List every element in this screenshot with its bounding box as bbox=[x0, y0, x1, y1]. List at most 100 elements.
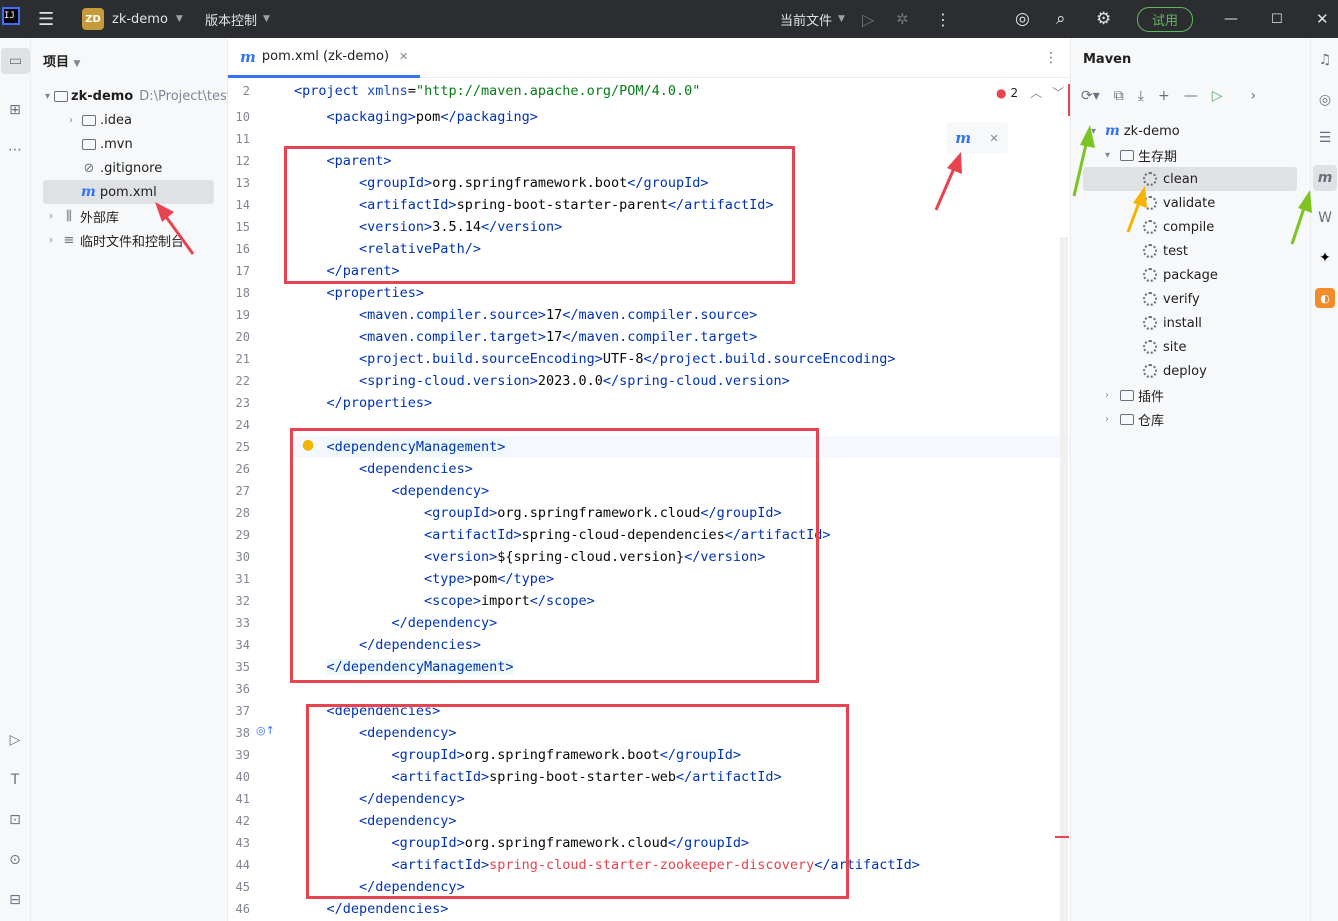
maven-icon: m bbox=[1105, 123, 1120, 139]
maven-panel: Maven ⟳▾ ⧉ ⤓ + — ▷ › ▾ m zk-demo ▾ 生存期 c… bbox=[1070, 38, 1310, 921]
more-chevron-icon[interactable]: › bbox=[1250, 88, 1256, 104]
maven-goal-test[interactable]: test bbox=[1143, 239, 1188, 263]
project-view-icon[interactable]: ▭ bbox=[1, 48, 30, 74]
close-icon[interactable]: ✕ bbox=[990, 132, 999, 145]
services-icon[interactable]: ⊙ bbox=[5, 850, 25, 870]
code-line[interactable]: <project.build.sourceEncoding>UTF-8</pro… bbox=[294, 348, 895, 370]
maven-repos-node[interactable]: › 仓库 bbox=[1105, 407, 1164, 431]
chevron-up-icon[interactable]: ︿ bbox=[1030, 84, 1042, 101]
tab-pom-xml[interactable]: m pom.xml (zk-demo) ✕ bbox=[228, 38, 421, 78]
line-number: 36 bbox=[235, 682, 250, 696]
tab-options-icon[interactable]: ⋮ bbox=[1044, 50, 1058, 66]
project-panel-header[interactable]: 项目 ▼ bbox=[43, 51, 80, 70]
goal-gear-icon bbox=[1143, 196, 1157, 210]
implemented-marker-icon[interactable]: ◎↑ bbox=[256, 724, 275, 737]
line-number: 13 bbox=[235, 176, 250, 190]
maven-goal-compile[interactable]: compile bbox=[1143, 215, 1214, 239]
maven-goal-clean[interactable]: clean bbox=[1083, 167, 1297, 191]
inspection-widget[interactable]: ● 2 ︿ ﹀ bbox=[996, 84, 1065, 101]
tree-item-mvn[interactable]: .mvn bbox=[31, 132, 228, 156]
maven-tool-icon[interactable]: m bbox=[1313, 165, 1337, 191]
plugin-tool-icon[interactable]: ✦ bbox=[1315, 248, 1335, 268]
tree-item-label: zk-demo bbox=[71, 88, 134, 104]
download-icon[interactable]: ⤓ bbox=[1138, 88, 1144, 104]
more-tools-icon[interactable]: ⋯ bbox=[5, 140, 25, 160]
add-icon[interactable]: + bbox=[1158, 88, 1170, 104]
editor-scrollbar[interactable] bbox=[1060, 237, 1068, 921]
run-icon[interactable]: ▷ bbox=[862, 0, 874, 38]
code-line[interactable]: <maven.compiler.target>17</maven.compile… bbox=[294, 326, 757, 348]
chevron-down-icon[interactable]: ﹀ bbox=[1052, 84, 1064, 101]
hamburger-icon: ☰ bbox=[38, 8, 55, 30]
chevron-down-icon: ▼ bbox=[175, 14, 183, 24]
maven-reload-icon[interactable]: m bbox=[955, 129, 971, 147]
terminal-icon[interactable]: ⊡ bbox=[5, 810, 25, 830]
ignore-file-icon: ⊘ bbox=[83, 160, 95, 176]
run-goal-icon[interactable]: ▷ bbox=[1212, 88, 1223, 104]
close-tab-icon[interactable]: ✕ bbox=[399, 50, 408, 63]
expand-arrow-icon: › bbox=[49, 210, 53, 222]
library-icon: ⫼ bbox=[66, 208, 72, 224]
debug-icon[interactable]: ✲ bbox=[896, 0, 909, 38]
settings-gear-icon[interactable]: ⚙ bbox=[1096, 0, 1111, 38]
project-switcher[interactable]: ZD zk-demo ▼ bbox=[82, 0, 183, 38]
ai-chat-icon[interactable]: ◎ bbox=[1315, 90, 1335, 110]
structure-icon[interactable]: ⊞ bbox=[5, 100, 25, 120]
line-number: 31 bbox=[235, 572, 250, 586]
error-stripe-marker[interactable] bbox=[1055, 836, 1069, 838]
minimize-button[interactable]: — bbox=[1224, 0, 1238, 38]
problems-icon[interactable]: ⊟ bbox=[5, 890, 25, 910]
run-config-selector[interactable]: 当前文件 ▼ bbox=[780, 0, 845, 38]
module-folder-icon bbox=[54, 89, 69, 103]
maven-goal-deploy[interactable]: deploy bbox=[1143, 359, 1207, 383]
code-line[interactable]: <packaging>pom</packaging> bbox=[294, 106, 538, 128]
collapse-icon[interactable]: — bbox=[1184, 88, 1198, 104]
tree-item-label: .gitignore bbox=[100, 160, 163, 176]
reload-all-icon[interactable]: ⧉ bbox=[1114, 88, 1124, 104]
line-number: 44 bbox=[235, 858, 250, 872]
reload-icon[interactable]: ⟳▾ bbox=[1081, 88, 1100, 104]
more-options-icon[interactable]: ⋮ bbox=[935, 0, 951, 38]
expand-arrow-icon: › bbox=[1105, 413, 1109, 425]
tree-item-external-libs[interactable]: › ⫼ 外部库 bbox=[31, 204, 228, 228]
vcs-menu[interactable]: 版本控制 ▼ bbox=[205, 0, 270, 38]
line-number: 39 bbox=[235, 748, 250, 762]
code-line[interactable]: <project xmlns="http://maven.apache.org/… bbox=[294, 80, 700, 102]
maven-lifecycle-node[interactable]: ▾ 生存期 bbox=[1105, 143, 1177, 167]
code-line[interactable]: <maven.compiler.source>17</maven.compile… bbox=[294, 304, 757, 326]
code-line[interactable]: <properties> bbox=[294, 282, 425, 304]
tree-item-idea[interactable]: › .idea bbox=[31, 108, 228, 132]
maven-goal-install[interactable]: install bbox=[1143, 311, 1202, 335]
notifications-icon[interactable]: ♫ bbox=[1315, 50, 1335, 70]
line-number: 45 bbox=[235, 880, 250, 894]
code-line[interactable]: </properties> bbox=[294, 392, 433, 414]
trial-button[interactable]: 试用 bbox=[1137, 0, 1194, 38]
code-line[interactable]: <spring-cloud.version>2023.0.0</spring-c… bbox=[294, 370, 790, 392]
ai-assistant-icon[interactable]: ◎ bbox=[1015, 0, 1030, 38]
line-number: 11 bbox=[235, 132, 250, 146]
wave-tool-icon[interactable]: W bbox=[1315, 208, 1335, 228]
maven-goal-package[interactable]: package bbox=[1143, 263, 1218, 287]
maven-goal-site[interactable]: site bbox=[1143, 335, 1186, 359]
orange-plugin-icon[interactable]: ◐ bbox=[1315, 288, 1335, 308]
database-icon[interactable]: ☰ bbox=[1315, 128, 1335, 148]
code-line[interactable]: </dependencies> bbox=[294, 898, 449, 920]
maven-goal-validate[interactable]: validate bbox=[1143, 191, 1215, 215]
main-menu-button[interactable]: ☰ bbox=[38, 0, 54, 38]
run-tool-icon[interactable]: ▷ bbox=[5, 730, 25, 750]
tree-item-pom[interactable]: m pom.xml bbox=[43, 180, 214, 204]
ide-logo-icon: IJ bbox=[2, 7, 20, 25]
maximize-button[interactable]: ☐ bbox=[1271, 0, 1283, 38]
tree-item-gitignore[interactable]: ⊘ .gitignore bbox=[31, 156, 228, 180]
maven-goal-verify[interactable]: verify bbox=[1143, 287, 1200, 311]
tree-item-root[interactable]: ▾ zk-demo D:\Project\test bbox=[31, 84, 232, 108]
build-hammer-icon[interactable]: T bbox=[5, 770, 25, 790]
close-window-button[interactable]: ✕ bbox=[1316, 0, 1329, 38]
tree-item-label: 外部库 bbox=[80, 210, 120, 226]
maven-project-node[interactable]: ▾ m zk-demo bbox=[1091, 119, 1180, 143]
maven-project-label: zk-demo bbox=[1123, 123, 1180, 139]
search-icon[interactable]: ⌕ bbox=[1056, 0, 1066, 38]
maven-plugins-node[interactable]: › 插件 bbox=[1105, 383, 1164, 407]
plugins-folder-icon bbox=[1119, 388, 1135, 402]
tree-item-scratches[interactable]: › ≡ 临时文件和控制台 bbox=[31, 228, 228, 252]
